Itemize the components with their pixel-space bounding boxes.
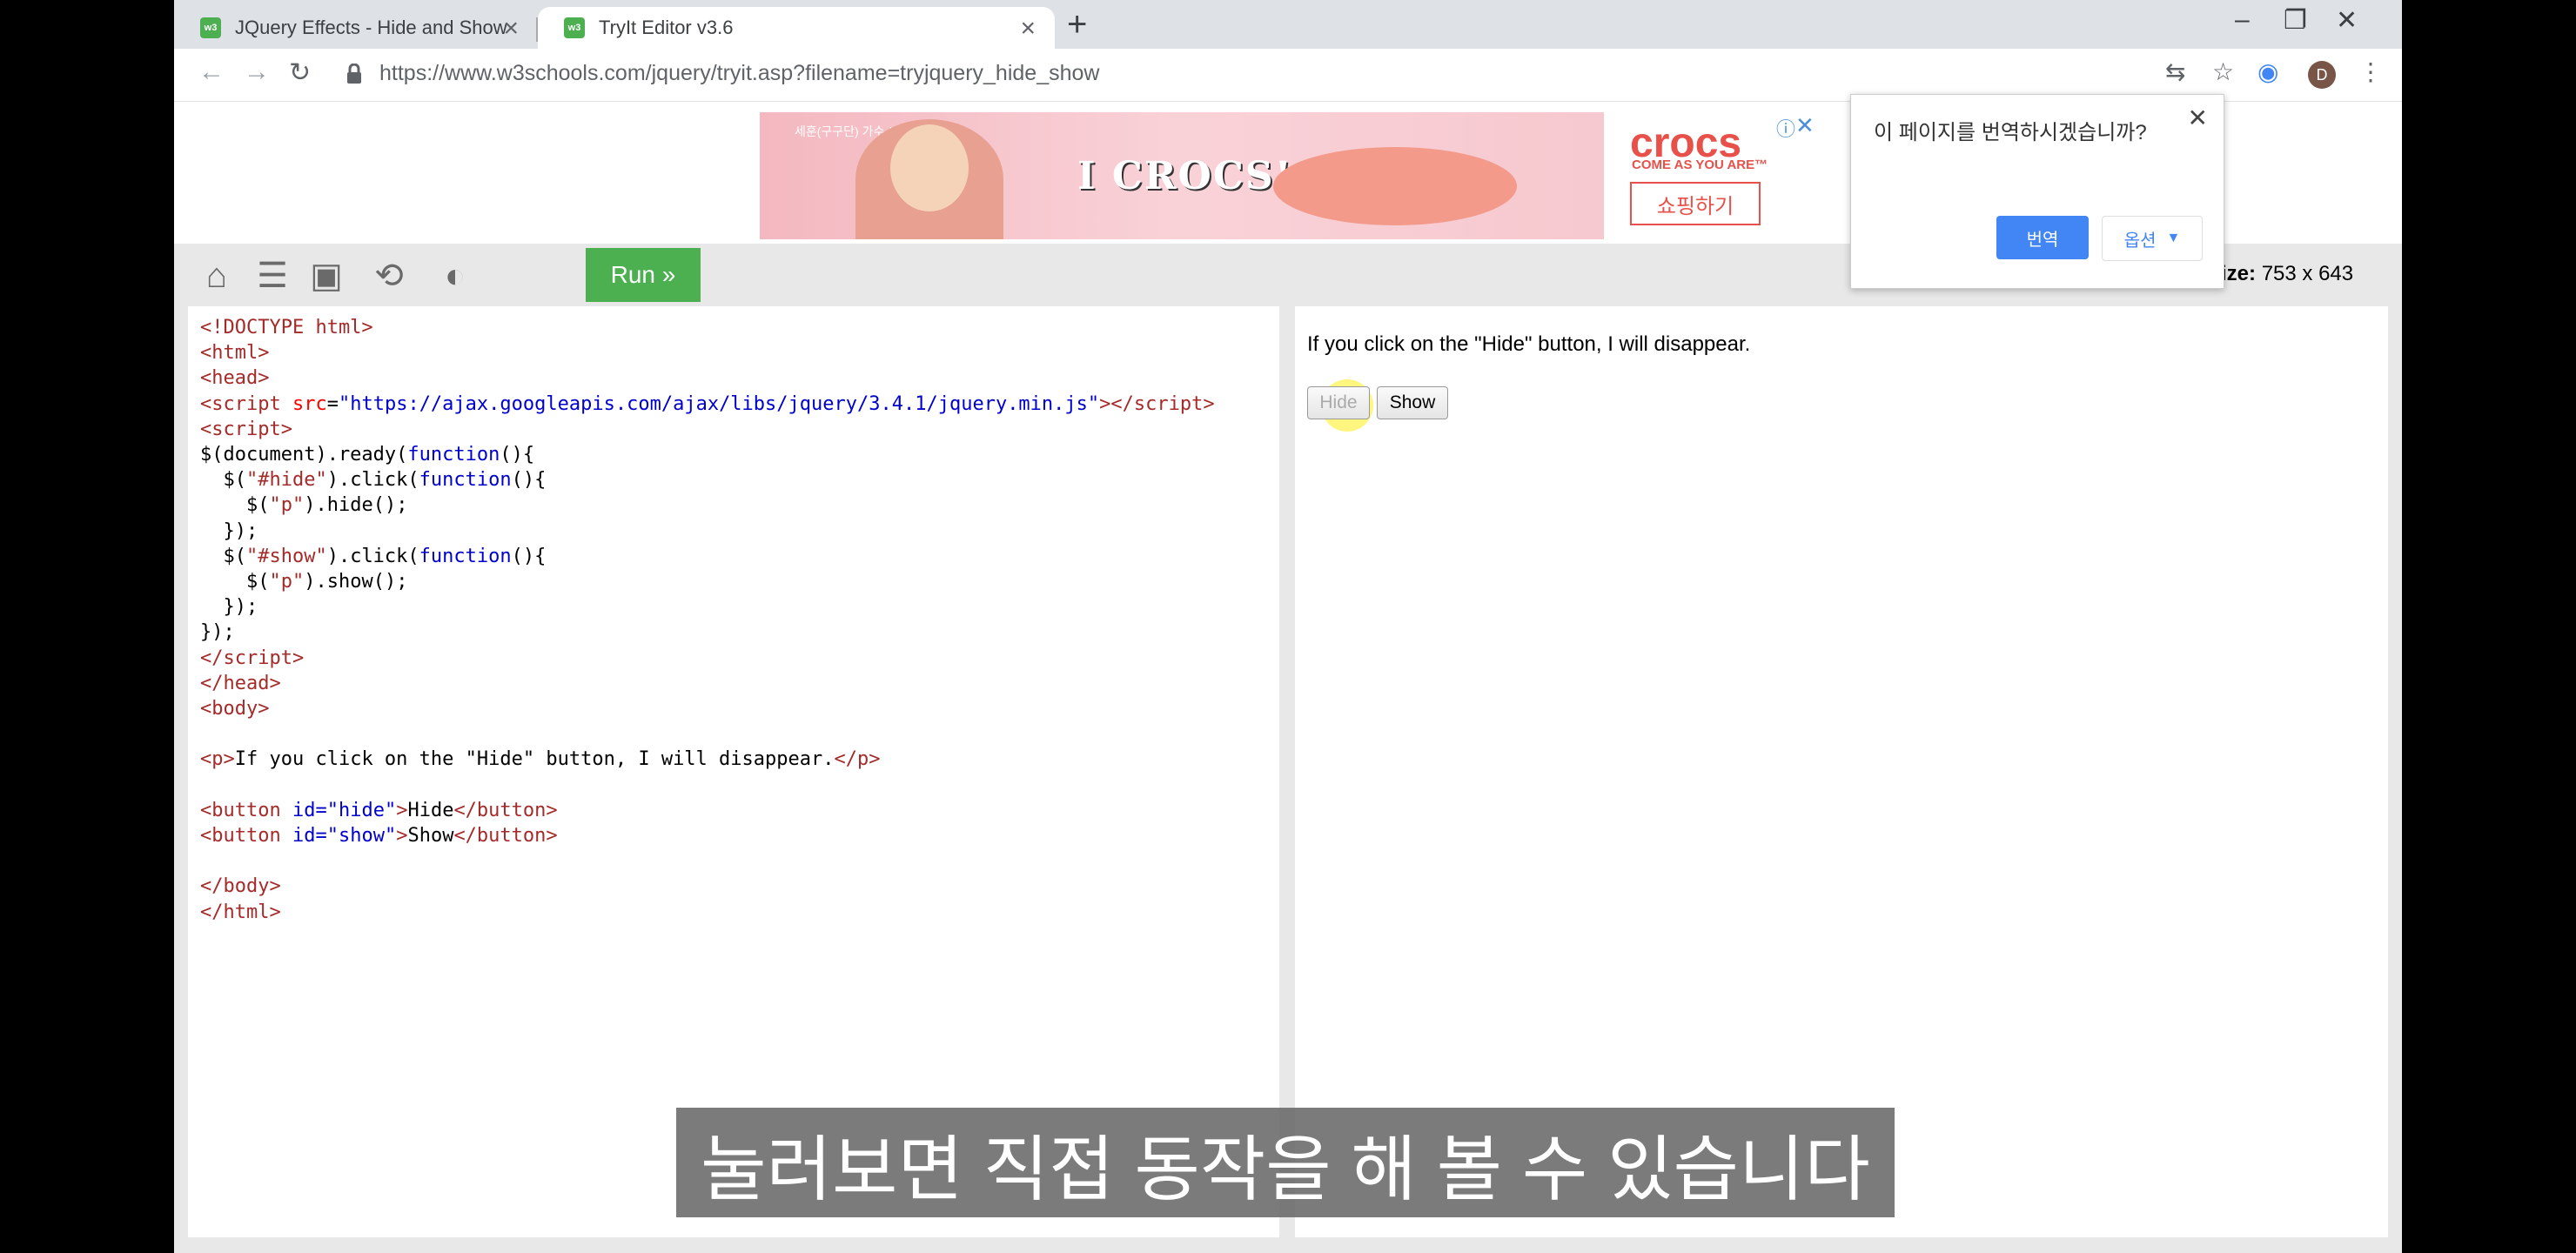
code-hide-text: Hide (407, 799, 454, 821)
menu-icon[interactable]: ☰ (249, 252, 296, 299)
translate-popup: 이 페이지를 번역하시겠습니까? ✕ 번역 옵션 ▼ (1850, 94, 2224, 289)
home-icon[interactable]: ⌂ (193, 252, 240, 299)
code-show-id: "show" (326, 825, 397, 848)
size-label-prefix: ize: (2221, 262, 2257, 285)
back-icon[interactable]: ← (198, 57, 225, 87)
dropdown-arrow-icon: ▼ (2166, 231, 2181, 245)
code-paragraph-text: If you click on the "Hide" button, I wil… (234, 748, 835, 771)
size-value: 753 x 643 (2261, 262, 2354, 285)
new-tab-icon[interactable]: + (1067, 5, 1087, 44)
bookmark-star-icon[interactable]: ☆ (2212, 57, 2234, 86)
ad-slogan: I CROCS! (1077, 154, 1293, 198)
theme-toggle-icon[interactable]: ◐ (432, 252, 479, 299)
browser-window: w3 JQuery Effects - Hide and Show × w3 T… (174, 0, 2402, 1253)
code-text[interactable]: <!DOCTYPE html> <html> <head> <script sr… (200, 315, 1215, 925)
result-panel: If you click on the "Hide" button, I wil… (1295, 306, 2388, 1237)
address-bar[interactable]: https://www.w3schools.com/jquery/tryit.a… (379, 61, 1099, 86)
popup-close-icon[interactable]: ✕ (2188, 104, 2208, 132)
translate-question: 이 페이지를 번역하시겠습니까? (1874, 121, 2147, 144)
translate-options-button[interactable]: 옵션 ▼ (2102, 216, 2203, 261)
tab-close-icon[interactable]: × (503, 14, 519, 44)
code-script-url: https://ajax.googleapis.com/ajax/libs/jq… (350, 392, 1088, 415)
tab-close-icon[interactable]: × (1020, 14, 1036, 44)
tab-title: JQuery Effects - Hide and Show (235, 17, 507, 38)
extension-icon[interactable]: ◉ (2257, 57, 2278, 86)
lock-icon (347, 64, 361, 84)
code-editor[interactable]: <!DOCTYPE html> <html> <head> <script sr… (188, 306, 1279, 1237)
tab-tryit-editor[interactable]: w3 TryIt Editor v3.6 × (538, 7, 1055, 49)
ad-shoe-image (1273, 147, 1517, 225)
save-icon[interactable]: ▣ (303, 252, 350, 299)
ad-close-icon[interactable]: ✕ (1795, 112, 1815, 139)
forward-icon[interactable]: → (244, 57, 270, 87)
w3schools-favicon-icon: w3 (200, 17, 221, 38)
show-button[interactable]: Show (1377, 386, 1448, 419)
video-subtitle: 눌러보면 직접 동작을 해 볼 수 있습니다 (676, 1108, 1895, 1217)
options-label: 옵션 (2123, 231, 2157, 251)
ad-model-face (890, 124, 969, 211)
restore-icon[interactable]: ❐ (2284, 5, 2307, 36)
tab-jquery-effects[interactable]: w3 JQuery Effects - Hide and Show × (174, 7, 538, 49)
tab-title: TryIt Editor v3.6 (599, 17, 734, 38)
result-size-label: ize: 753 x 643 (2221, 262, 2353, 286)
ad-info-icon[interactable]: ⓘ (1776, 114, 1795, 142)
hide-button[interactable]: Hide (1307, 386, 1370, 419)
tab-strip: w3 JQuery Effects - Hide and Show × w3 T… (174, 0, 2402, 49)
ad-tagline: COME AS YOU ARE™ (1632, 157, 1768, 172)
menu-dots-icon[interactable]: ⋮ (2358, 57, 2383, 86)
rotate-icon[interactable]: ⟲ (366, 252, 413, 299)
code-show-text: Show (407, 825, 454, 848)
translate-button[interactable]: 번역 (1996, 216, 2089, 259)
reload-icon[interactable]: ↻ (289, 57, 311, 88)
minimize-icon[interactable]: – (2235, 5, 2250, 35)
avatar[interactable]: D (2308, 61, 2336, 89)
result-paragraph: If you click on the "Hide" button, I wil… (1307, 332, 1751, 356)
advertisement-banner[interactable]: 세훈(구구단) 가수 / 배우 I CROCS! crocs COME AS Y… (760, 112, 1816, 239)
w3schools-favicon-icon: w3 (564, 17, 585, 38)
ad-shop-button[interactable]: 쇼핑하기 (1630, 182, 1761, 225)
translate-icon[interactable]: ⇆ (2165, 57, 2185, 86)
code-hide-id: "hide" (326, 799, 397, 821)
run-button[interactable]: Run » (586, 248, 701, 302)
window-close-icon[interactable]: ✕ (2336, 5, 2358, 36)
